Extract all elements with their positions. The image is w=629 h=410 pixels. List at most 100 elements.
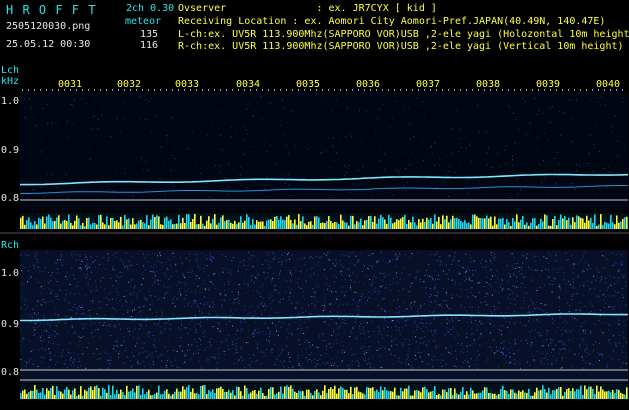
noise-dot [198,338,200,339]
noise-dot [578,274,580,276]
noise-dot [190,358,192,359]
noise-dot [489,332,491,334]
noise-dot [433,280,435,282]
noise-dot [140,324,142,326]
noise-dot [150,265,152,267]
noise-dot [311,268,313,270]
meteor-bar [232,223,234,229]
tick-mark [436,89,437,91]
noise-dot [43,314,45,316]
noise-dot [117,283,119,285]
tick-mark [334,89,335,91]
noise-dot [383,272,385,274]
tick-mark [136,89,137,91]
meteor-bar [590,386,592,399]
noise-dot [502,352,504,354]
noise-dot [306,270,308,272]
noise-dot [214,357,216,359]
meteor-bar [350,215,352,229]
noise-dot [254,329,256,331]
noise-dot [164,322,166,324]
noise-dot [173,302,175,304]
noise-dot [224,294,226,296]
meteor-bar [110,218,112,229]
meteor-bar [514,221,516,229]
noise-dot [480,262,482,264]
noise-dot [349,165,350,167]
noise-dot [608,165,609,167]
noise-dot [309,313,311,315]
meteor-bar [148,389,150,399]
noise-dot [144,366,146,368]
noise-dot [37,309,39,311]
noise-dot [214,273,216,275]
noise-dot [405,361,407,363]
noise-dot [470,258,472,260]
noise-dot [603,321,605,323]
noise-dot [457,342,459,344]
noise-dot [383,328,385,330]
noise-dot [486,276,488,278]
meteor-bar [154,217,156,229]
noise-dot [159,354,161,355]
noise-dot [308,318,310,319]
meteor-bar [46,216,48,229]
noise-dot [129,327,131,329]
noise-dot [379,331,381,333]
noise-dot [225,255,227,257]
noise-dot [360,141,362,143]
noise-dot [379,318,381,319]
noise-dot [469,144,471,146]
meteor-bar [148,225,150,229]
noise-dot [142,347,143,349]
noise-dot [214,358,216,360]
meteor-bar [496,395,498,399]
noise-dot [281,254,283,256]
meteor-bar [476,393,478,399]
noise-dot [450,308,452,309]
meteor-bar [304,223,306,229]
noise-dot [540,181,542,183]
noise-dot [501,280,503,282]
meteor-bar [368,216,370,229]
noise-dot [72,325,74,327]
meteor-bar [564,392,566,399]
meteor-bar [372,387,374,399]
noise-dot [149,308,151,310]
meteor-bar [608,223,610,229]
noise-dot [227,185,229,187]
noise-dot [328,303,330,305]
noise-dot [80,307,82,309]
noise-dot [478,131,480,133]
tick-mark [364,89,365,91]
noise-dot [351,136,353,137]
noise-dot [554,158,556,159]
noise-dot [68,349,69,351]
noise-dot [467,350,469,352]
noise-dot [523,300,525,302]
noise-dot [401,273,403,274]
noise-dot [85,269,87,271]
tick-mark [232,89,233,91]
meteor-bar [430,391,432,399]
noise-dot [43,367,45,369]
noise-dot [523,297,525,298]
noise-dot [465,317,467,319]
noise-dot [336,297,338,299]
noise-dot [65,174,67,176]
noise-dot [266,349,268,351]
noise-dot [157,324,159,326]
meteor-bar [528,388,530,399]
noise-dot [172,302,173,304]
noise-dot [584,329,586,331]
noise-dot [277,334,279,336]
noise-dot [559,169,561,171]
noise-dot [594,323,595,325]
noise-dot [625,285,627,287]
noise-dot [391,320,393,321]
noise-dot [116,275,118,277]
meteor-bar [504,224,506,229]
noise-dot [560,340,562,342]
meteor-bar [462,387,464,399]
noise-dot [224,290,226,292]
